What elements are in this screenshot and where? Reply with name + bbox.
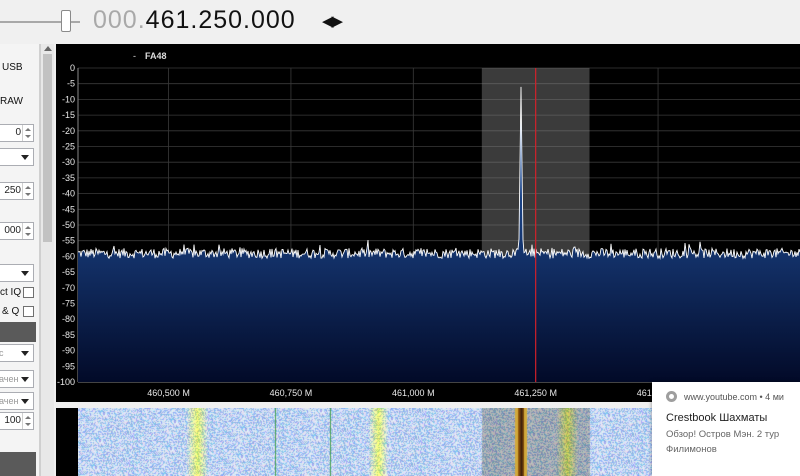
filter-shift-value[interactable]: 0 bbox=[15, 127, 21, 138]
y-axis-ticks: 0 -5 -10 -15 -20 -25 -30 -35 -40 -45 -50 -55 -60 -65 -… bbox=[57, 63, 75, 387]
y-tick-label: -30 bbox=[62, 157, 75, 167]
swap-iq-label: & Q bbox=[2, 306, 20, 317]
section-header-bar[interactable] bbox=[0, 452, 36, 476]
y-tick-label: -5 bbox=[67, 79, 75, 89]
correct-iq-label: ct IQ bbox=[0, 287, 22, 298]
mode-combo[interactable] bbox=[0, 148, 34, 166]
y-tick-label: -100 bbox=[57, 377, 75, 387]
x-tick-label: 460,500 M bbox=[147, 388, 190, 398]
spinner-arrows-icon[interactable] bbox=[22, 413, 33, 429]
y-tick-label: -15 bbox=[62, 110, 75, 120]
y-tick-label: -50 bbox=[62, 220, 75, 230]
panel-scrollbar[interactable] bbox=[40, 44, 54, 476]
raw-radio-label[interactable]: RAW bbox=[0, 96, 23, 107]
level-spinner[interactable]: 100 bbox=[0, 412, 34, 430]
x-axis-ticks: 460,500 M460,750 M461,000 M461,250 M461,… bbox=[147, 388, 679, 398]
spectrum-chart[interactable]: 0 -5 -10 -15 -20 -25 -30 -35 -40 -45 -50 -55 -60 -65 -… bbox=[56, 44, 800, 402]
y-tick-label: -60 bbox=[62, 251, 75, 261]
notification-title: Crestbook Шахматы bbox=[666, 412, 768, 424]
volume-slider-thumb[interactable] bbox=[61, 10, 71, 32]
x-tick-label: 461,000 M bbox=[392, 388, 435, 398]
spinner-arrows-icon[interactable] bbox=[22, 125, 33, 141]
y-tick-label: -40 bbox=[62, 189, 75, 199]
x-tick-label: 460,750 M bbox=[270, 388, 313, 398]
filter-shift-spinner[interactable]: 0 bbox=[0, 124, 34, 142]
y-tick-label: -25 bbox=[62, 142, 75, 152]
notification-body: Обзор! Остров Мэн. 2 тур bbox=[666, 429, 780, 440]
swap-iq-checkbox[interactable] bbox=[23, 306, 34, 317]
sample-rate-spinner[interactable]: 000 bbox=[0, 222, 34, 240]
setting-combo-1[interactable]: ачен bbox=[0, 370, 34, 388]
spinner-arrows-icon[interactable] bbox=[22, 183, 33, 199]
setting-combo-2-value: ачен bbox=[0, 396, 19, 406]
usb-radio-label[interactable]: USB bbox=[2, 62, 23, 73]
scrollbar-thumb[interactable] bbox=[43, 54, 52, 242]
y-tick-label: -85 bbox=[62, 330, 75, 340]
device-combo[interactable] bbox=[0, 264, 34, 282]
section-header-bar[interactable] bbox=[0, 322, 36, 342]
y-tick-label: -80 bbox=[62, 314, 75, 324]
scroll-up-arrow-icon[interactable] bbox=[44, 46, 52, 51]
notification-body-2: Филимонов bbox=[666, 444, 717, 455]
y-tick-label: -55 bbox=[62, 236, 75, 246]
frequency-dim-digits[interactable]: 000. bbox=[93, 6, 146, 34]
y-tick-label: -95 bbox=[62, 361, 75, 371]
correct-iq-checkbox[interactable] bbox=[23, 287, 34, 298]
y-tick-label: -65 bbox=[62, 267, 75, 277]
y-tick-label: -90 bbox=[62, 346, 75, 356]
sample-rate-value[interactable]: 000 bbox=[4, 225, 21, 236]
top-toolbar: 000.461.250.000 ◀▶ bbox=[0, 0, 800, 44]
bandwidth-value[interactable]: 250 bbox=[4, 185, 21, 196]
spectrum-analyzer[interactable]: 0 -5 -10 -15 -20 -25 -30 -35 -40 -45 -50 -55 -60 -65 -… bbox=[56, 44, 800, 402]
setting-combo-c-value: c bbox=[0, 348, 4, 358]
frequency-step-arrows-icon[interactable]: ◀▶ bbox=[322, 12, 343, 30]
y-tick-label: -35 bbox=[62, 173, 75, 183]
level-value[interactable]: 100 bbox=[4, 415, 21, 426]
y-tick-label: -75 bbox=[62, 299, 75, 309]
frequency-display[interactable]: 000.461.250.000 bbox=[93, 6, 296, 35]
x-tick-label: 461,250 M bbox=[514, 388, 557, 398]
y-tick-label: -45 bbox=[62, 204, 75, 214]
browser-notification[interactable]: www.youtube.com • 4 ми Crestbook Шахматы… bbox=[652, 382, 800, 476]
legend-label: FA48 bbox=[145, 51, 167, 61]
chrome-icon bbox=[666, 391, 677, 402]
y-tick-label: -10 bbox=[62, 94, 75, 104]
y-tick-label: -70 bbox=[62, 283, 75, 293]
y-tick-label: 0 bbox=[70, 63, 75, 73]
control-panel: USB RAW 0 250 000 ct IQ & Q c ачен ачен … bbox=[0, 44, 40, 476]
spectrum-trace bbox=[77, 86, 800, 260]
y-tick-label: -20 bbox=[62, 126, 75, 136]
setting-combo-1-value: ачен bbox=[0, 374, 19, 384]
spinner-arrows-icon[interactable] bbox=[22, 223, 33, 239]
frequency-main-digits[interactable]: 461.250.000 bbox=[146, 6, 296, 34]
notification-source: www.youtube.com • 4 ми bbox=[684, 392, 784, 402]
setting-combo-2[interactable]: ачен bbox=[0, 392, 34, 410]
setting-combo-c[interactable]: c bbox=[0, 344, 34, 362]
bandwidth-spinner[interactable]: 250 bbox=[0, 182, 34, 200]
legend-dash: - bbox=[133, 51, 136, 61]
